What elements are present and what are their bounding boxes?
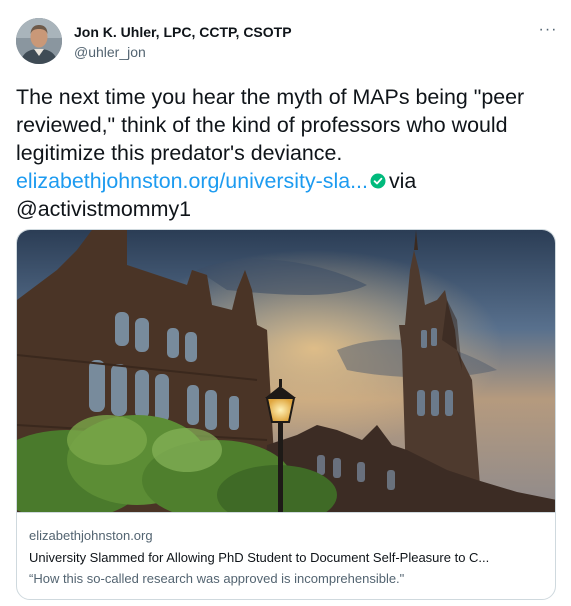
card-title[interactable]: University Slammed for Allowing PhD Stud… [29, 550, 544, 565]
mention-line: @activistmommy1 [16, 195, 556, 223]
card-meta: elizabethjohnston.org University Slammed… [17, 512, 555, 599]
university-building-photo [17, 230, 555, 512]
mention-link[interactable]: @activistmommy1 [16, 197, 191, 221]
user-photo-avatar [16, 18, 62, 64]
card-description: “How this so-called research was approve… [29, 571, 405, 586]
avatar[interactable] [16, 18, 62, 64]
article-link[interactable]: elizabethjohnston.org/university-sla... [16, 169, 368, 193]
tweet-text-line: The next time you hear the myth of MAPs … [16, 85, 525, 109]
author-display-name[interactable]: Jon K. Uhler, LPC, CCTP, CSOTP [74, 24, 292, 40]
tweet-text: The next time you hear the myth of MAPs … [16, 83, 556, 223]
author-handle[interactable]: @uhler_jon [74, 44, 146, 60]
via-text: via [388, 169, 417, 193]
link-preview-card[interactable]: elizabethjohnston.org University Slammed… [16, 229, 556, 600]
tweet-link-line: elizabethjohnston.org/university-sla... v… [16, 167, 556, 195]
card-domain: elizabethjohnston.org [29, 528, 153, 543]
tweet-text-line: reviewed," think of the kind of professo… [16, 113, 508, 137]
verified-check-icon [370, 173, 386, 189]
tweet-text-line: legitimize this predator's deviance. [16, 141, 343, 165]
more-options-icon[interactable]: ··· [536, 22, 560, 42]
